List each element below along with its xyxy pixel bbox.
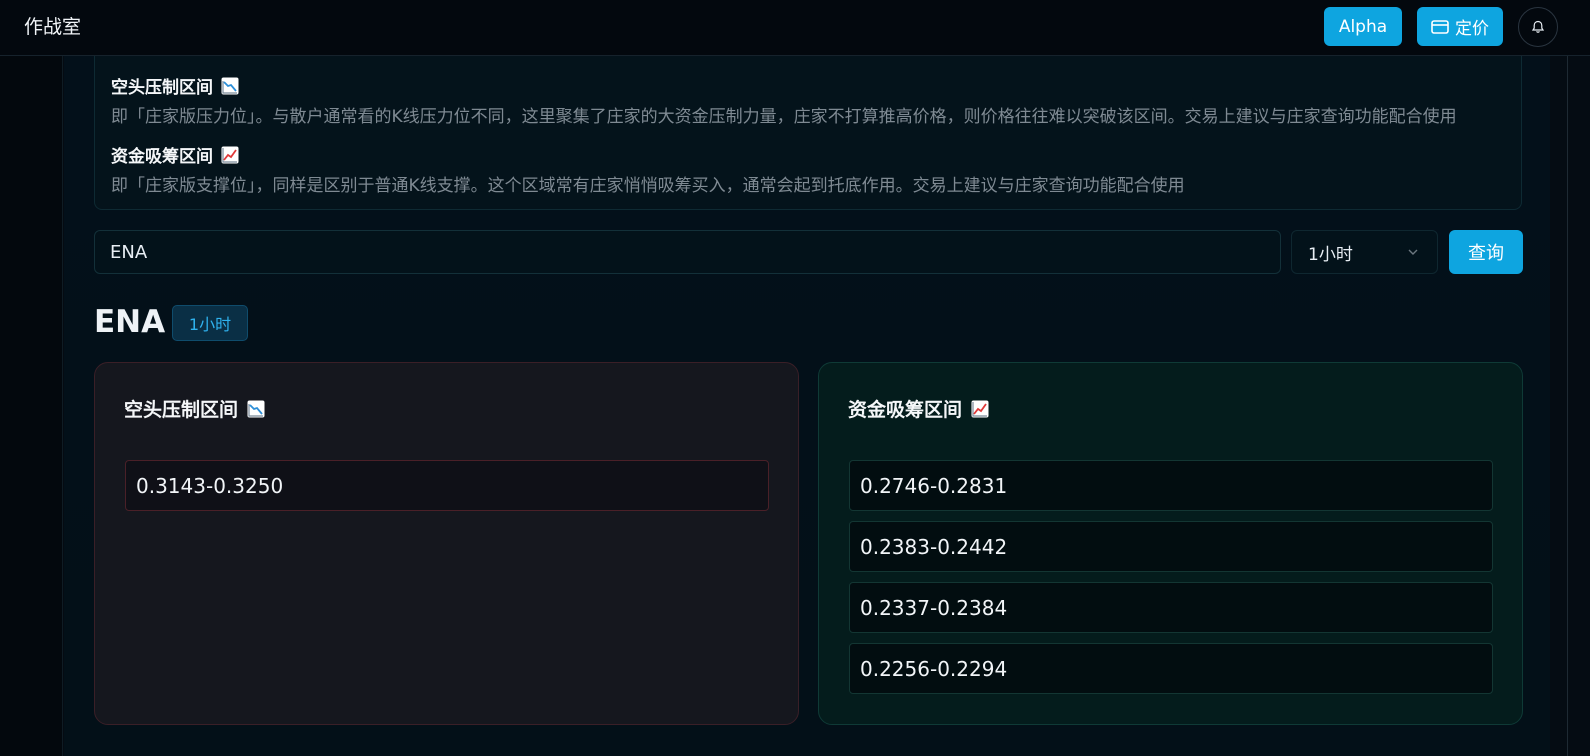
info-panel: 空头压制区间 即「庄家版压力位」。与散户通常看的K线压力位不同，这里聚集了庄家的… xyxy=(94,56,1522,210)
symbol-input[interactable] xyxy=(94,230,1281,274)
chevron-down-icon xyxy=(1408,249,1418,255)
bull-zone-card: 资金吸筹区间 0.2746-0.2831 0.2383-0.2442 0.233… xyxy=(818,362,1523,725)
bear-zone-card: 空头压制区间 0.3143-0.3250 xyxy=(94,362,799,725)
bull-range-item: 0.2337-0.2384 xyxy=(849,582,1493,633)
bear-info-title-text: 空头压制区间 xyxy=(111,78,213,98)
right-edge xyxy=(1550,56,1590,756)
bear-card-title: 空头压制区间 xyxy=(124,395,265,422)
bull-info-title: 资金吸筹区间 xyxy=(111,142,239,167)
bull-card-title-text: 资金吸筹区间 xyxy=(848,399,963,421)
scrollbar-track[interactable] xyxy=(1567,56,1568,756)
bear-range-item: 0.3143-0.3250 xyxy=(125,460,769,511)
result-symbol: ENA xyxy=(94,304,166,340)
left-gutter xyxy=(0,56,63,756)
bear-info-title: 空头压制区间 xyxy=(111,73,239,98)
chart-increasing-icon xyxy=(971,400,989,417)
bull-info-title-text: 资金吸筹区间 xyxy=(111,147,213,167)
bear-card-title-text: 空头压制区间 xyxy=(124,399,239,421)
interval-select[interactable]: 1小时 xyxy=(1291,230,1438,274)
bull-range-item: 0.2746-0.2831 xyxy=(849,460,1493,511)
pricing-button[interactable]: 定价 xyxy=(1417,7,1503,46)
top-bar: 作战室 Alpha 定价 xyxy=(0,0,1590,56)
card-icon xyxy=(1431,19,1449,34)
alpha-button[interactable]: Alpha xyxy=(1324,7,1402,46)
query-button[interactable]: 查询 xyxy=(1449,230,1523,274)
chart-increasing-icon xyxy=(221,146,239,163)
chart-decreasing-icon xyxy=(221,77,239,94)
bell-icon xyxy=(1531,20,1545,33)
bull-range-item: 0.2383-0.2442 xyxy=(849,521,1493,572)
app-title: 作战室 xyxy=(24,16,82,38)
chart-decreasing-icon xyxy=(247,400,265,417)
interval-select-value: 1小时 xyxy=(1308,244,1353,265)
interval-badge: 1小时 xyxy=(172,305,248,341)
bear-info-desc: 即「庄家版压力位」。与散户通常看的K线压力位不同，这里聚集了庄家的大资金压制力量… xyxy=(111,107,1457,127)
bull-card-title: 资金吸筹区间 xyxy=(848,395,989,422)
bull-info-desc: 即「庄家版支撑位」，同样是区别于普通K线支撑。这个区域常有庄家悄悄吸筹买入，通常… xyxy=(111,176,1185,196)
bull-range-item: 0.2256-0.2294 xyxy=(849,643,1493,694)
notification-button[interactable] xyxy=(1518,7,1558,47)
pricing-label: 定价 xyxy=(1455,19,1489,39)
